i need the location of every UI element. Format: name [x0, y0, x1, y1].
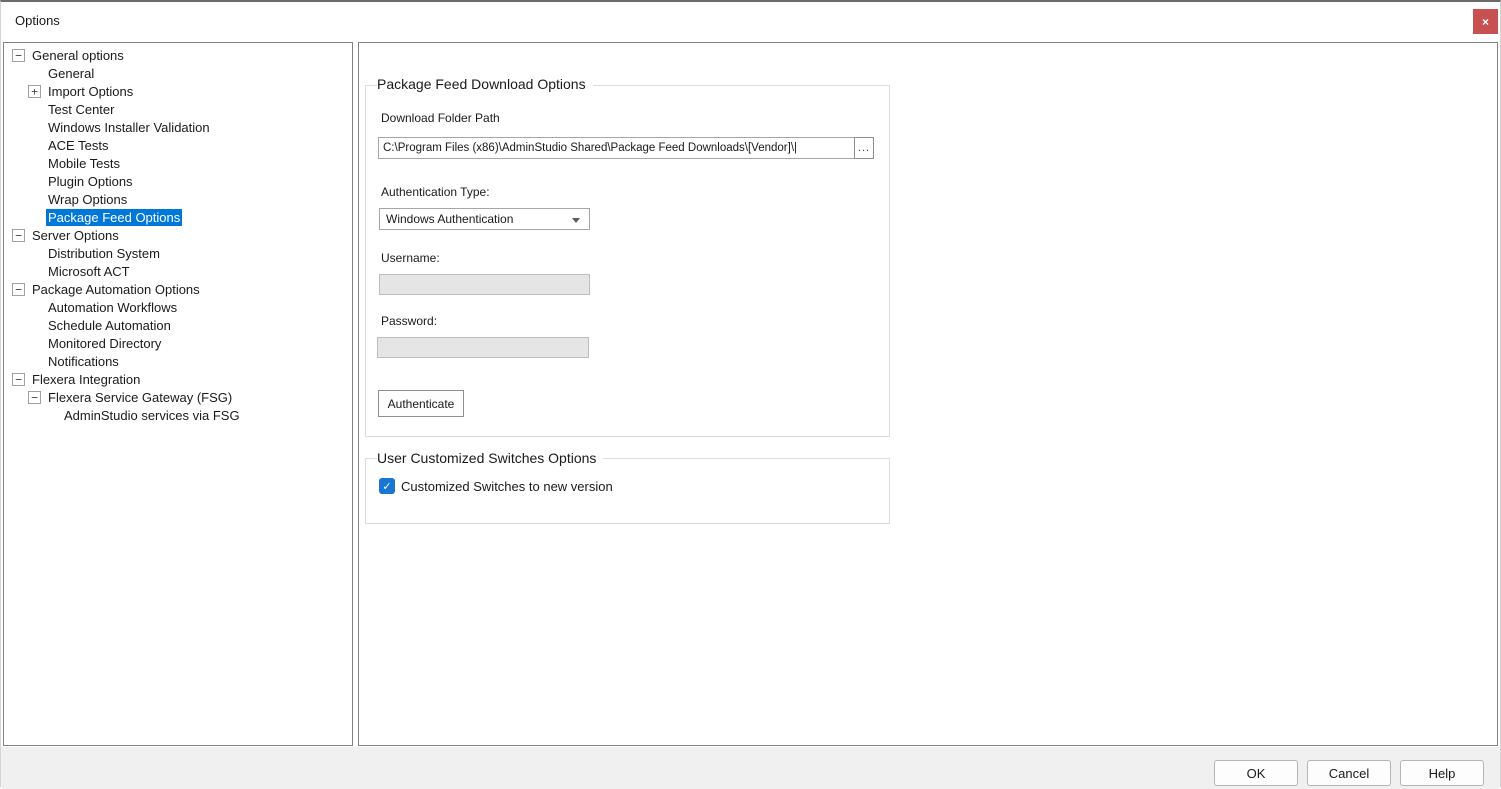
username-input[interactable] [379, 274, 590, 295]
settings-panel: Package Feed Download Options Download F… [358, 42, 1498, 746]
tree-item-label: Test Center [46, 101, 116, 118]
tree-item-general[interactable]: General [4, 64, 352, 82]
expander-minus-icon[interactable]: − [12, 283, 25, 296]
tree-item-server-options[interactable]: −Server Options [4, 226, 352, 244]
tree-item-package-feed-options[interactable]: Package Feed Options [4, 208, 352, 226]
customized-switches-label: Customized Switches to new version [401, 479, 613, 494]
tree-item-microsoft-act[interactable]: Microsoft ACT [4, 262, 352, 280]
authenticate-button[interactable]: Authenticate [378, 390, 464, 417]
tree-item-label: Windows Installer Validation [46, 119, 212, 136]
package-feed-group-title: Package Feed Download Options [377, 76, 593, 92]
cancel-button[interactable]: Cancel [1307, 760, 1391, 786]
tree-item-ace-tests[interactable]: ACE Tests [4, 136, 352, 154]
tree-item-label: Mobile Tests [46, 155, 122, 172]
ellipsis-icon: ... [858, 144, 870, 153]
download-folder-label: Download Folder Path [381, 111, 500, 125]
auth-type-value: Windows Authentication [386, 212, 513, 226]
tree-item-windows-installer-validation[interactable]: Windows Installer Validation [4, 118, 352, 136]
tree-item-wrap-options[interactable]: Wrap Options [4, 190, 352, 208]
auth-type-label: Authentication Type: [381, 185, 490, 199]
tree-item-schedule-automation[interactable]: Schedule Automation [4, 316, 352, 334]
browse-button[interactable]: ... [854, 137, 874, 159]
tree-item-label: Plugin Options [46, 173, 135, 190]
tree-item-label: Package Automation Options [30, 281, 202, 298]
expander-plus-icon[interactable]: + [28, 85, 41, 98]
tree-item-plugin-options[interactable]: Plugin Options [4, 172, 352, 190]
tree-item-label: ACE Tests [46, 137, 110, 154]
expander-minus-icon[interactable]: − [12, 49, 25, 62]
tree-item-monitored-directory[interactable]: Monitored Directory [4, 334, 352, 352]
ok-button[interactable]: OK [1214, 760, 1298, 786]
expander-minus-icon[interactable]: − [12, 229, 25, 242]
tree-item-label: General [46, 65, 96, 82]
tree-item-flexera-service-gateway-fsg[interactable]: −Flexera Service Gateway (FSG) [4, 388, 352, 406]
options-dialog: Options × −General optionsGeneral+Import… [0, 0, 1501, 787]
expander-minus-icon[interactable]: − [12, 373, 25, 386]
username-label: Username: [381, 251, 440, 265]
tree-item-label: Package Feed Options [46, 209, 182, 226]
tree-item-mobile-tests[interactable]: Mobile Tests [4, 154, 352, 172]
switches-group-title: User Customized Switches Options [377, 450, 603, 466]
title-bar: Options × [1, 2, 1500, 42]
tree-item-label: Flexera Integration [30, 371, 142, 388]
tree-item-label: Import Options [46, 83, 135, 100]
checkmark-icon: ✓ [382, 480, 391, 493]
dialog-footer: OK Cancel Help [1, 747, 1500, 789]
tree-item-flexera-integration[interactable]: −Flexera Integration [4, 370, 352, 388]
customized-switches-checkbox[interactable]: ✓ [379, 478, 395, 494]
tree-item-label: Monitored Directory [46, 335, 163, 352]
download-folder-input[interactable] [378, 137, 855, 159]
tree-item-automation-workflows[interactable]: Automation Workflows [4, 298, 352, 316]
close-icon: × [1482, 15, 1489, 29]
tree-item-label: Notifications [46, 353, 121, 370]
help-button[interactable]: Help [1400, 760, 1484, 786]
chevron-down-icon [572, 218, 580, 223]
auth-type-dropdown[interactable]: Windows Authentication [379, 208, 590, 230]
tree-item-package-automation-options[interactable]: −Package Automation Options [4, 280, 352, 298]
tree-item-label: Flexera Service Gateway (FSG) [46, 389, 234, 406]
tree-item-test-center[interactable]: Test Center [4, 100, 352, 118]
tree-item-label: Wrap Options [46, 191, 129, 208]
tree-item-distribution-system[interactable]: Distribution System [4, 244, 352, 262]
window-title: Options [15, 13, 60, 28]
tree-item-general-options[interactable]: −General options [4, 46, 352, 64]
tree-item-label: Automation Workflows [46, 299, 179, 316]
password-label: Password: [381, 314, 437, 328]
tree-item-label: Distribution System [46, 245, 162, 262]
tree-item-label: AdminStudio services via FSG [62, 407, 242, 424]
tree-item-adminstudio-services-via-fsg[interactable]: AdminStudio services via FSG [4, 406, 352, 424]
close-button[interactable]: × [1473, 9, 1498, 34]
tree-item-label: Schedule Automation [46, 317, 173, 334]
password-input[interactable] [377, 337, 589, 358]
tree-item-import-options[interactable]: + Import Options [4, 82, 352, 100]
tree-item-label: Server Options [30, 227, 121, 244]
expander-minus-icon[interactable]: − [28, 391, 41, 404]
tree-item-notifications[interactable]: Notifications [4, 352, 352, 370]
tree-item-label: Microsoft ACT [46, 263, 132, 280]
tree-item-label: General options [30, 47, 126, 64]
options-tree: −General optionsGeneral+Import OptionsTe… [3, 42, 353, 746]
